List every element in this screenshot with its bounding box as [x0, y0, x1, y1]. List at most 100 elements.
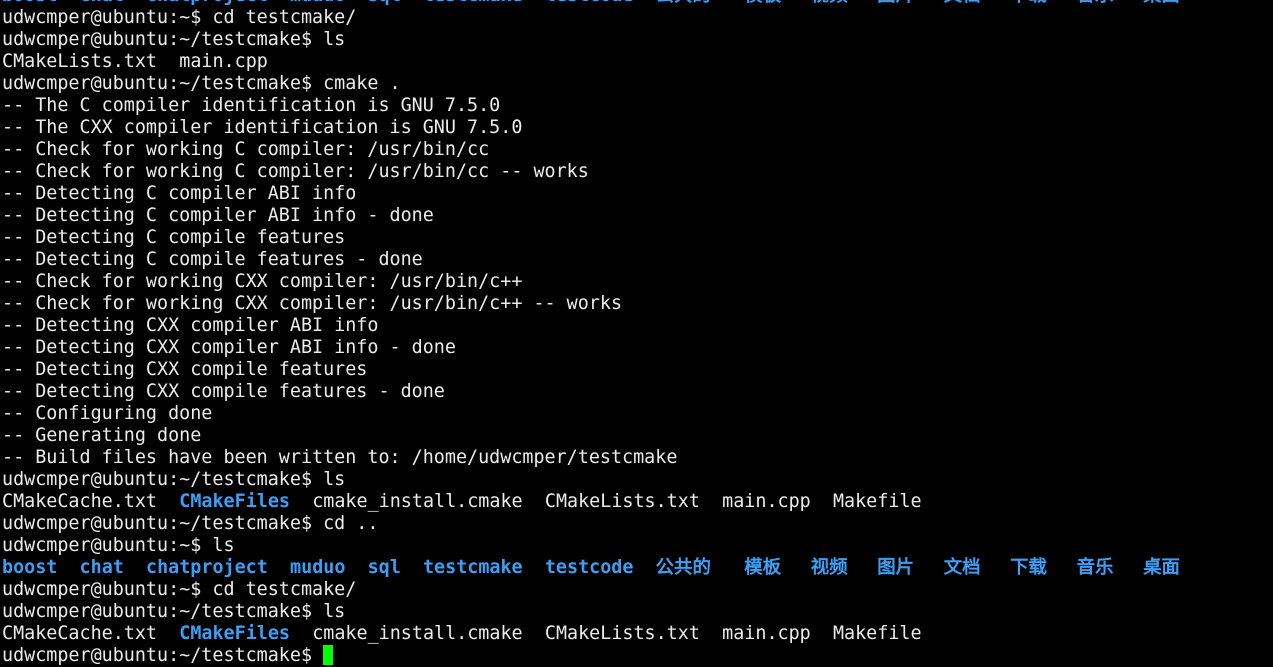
directory-entry: testcode [544, 557, 634, 578]
file-entry: cmake_install.cmake [312, 623, 523, 644]
line-text: udwcmper@ubuntu:~/testcmake$ ls [2, 601, 346, 622]
directory-entry: boost [2, 557, 58, 578]
directory-entry: sql [367, 557, 401, 578]
line-text: -- Detecting C compile features - done [2, 249, 423, 270]
directory-entry: 桌面 [1143, 0, 1187, 7]
line-text: udwcmper@ubuntu:~/testcmake$ cd .. [2, 513, 379, 534]
file-entry: CMakeCache.txt [2, 491, 158, 512]
directory-entry: 视频 [810, 557, 848, 578]
directory-entry: chat [80, 0, 146, 7]
ls-output-line: boostchatchatprojectmuduosqltestcmaketes… [2, 0, 1187, 7]
line-text: udwcmper@ubuntu:~$ cd testcmake/ [2, 579, 357, 600]
output-line: -- Check for working CXX compiler: /usr/… [2, 271, 1187, 293]
output-line: udwcmper@ubuntu:~$ cd testcmake/ [2, 7, 1187, 29]
line-text: -- Generating done [2, 425, 202, 446]
output-line: udwcmper@ubuntu:~/testcmake$ ls [2, 469, 1187, 491]
output-line: -- Check for working C compiler: /usr/bi… [2, 161, 1187, 183]
directory-entry: chatproject [146, 0, 290, 7]
file-entry: Makefile [832, 491, 922, 512]
output-line: -- Check for working C compiler: /usr/bi… [2, 139, 1187, 161]
output-line: udwcmper@ubuntu:~/testcmake$ ls [2, 29, 1187, 51]
directory-entry: 音乐 [1076, 557, 1114, 578]
output-line: -- Detecting CXX compile features [2, 359, 1187, 381]
directory-entry: sql [368, 0, 423, 7]
line-text: -- Detecting CXX compile features - done [2, 381, 445, 402]
directory-entry: CMakeFiles [179, 491, 290, 512]
line-text: udwcmper@ubuntu:~/testcmake$ ls [2, 29, 346, 50]
line-text: udwcmper@ubuntu:~/testcmake$ [2, 645, 324, 666]
output-line: -- Detecting CXX compiler ABI info [2, 315, 1187, 337]
terminal-output[interactable]: boostchatchatprojectmuduosqltestcmaketes… [2, 0, 1187, 667]
file-entry: main.cpp [722, 491, 811, 512]
output-line: -- Detecting CXX compiler ABI info - don… [2, 337, 1187, 359]
ls-output-line: CMakeCache.txt CMakeFiles cmake_install.cm… [2, 491, 1187, 513]
directory-entry: 下载 [1010, 0, 1076, 7]
line-text: udwcmper@ubuntu:~/testcmake$ cmake . [2, 73, 401, 94]
line-text: -- Detecting C compiler ABI info [2, 183, 357, 204]
cursor-block [323, 645, 334, 665]
line-text: -- Check for working C compiler: /usr/bi… [2, 139, 490, 160]
directory-entry: 音乐 [1077, 0, 1143, 7]
directory-entry: 文档 [944, 0, 1010, 7]
line-text: -- Detecting CXX compiler ABI info [2, 315, 379, 336]
directory-entry: 下载 [1010, 557, 1047, 578]
command-prompt: udwcmper@ubuntu:~/testcmake$ [2, 645, 1187, 667]
line-text: -- Configuring done [2, 403, 213, 424]
output-line: -- Detecting C compile features [2, 227, 1187, 249]
line-text: udwcmper@ubuntu:~$ cd testcmake/ [2, 7, 357, 28]
output-line: -- Detecting C compiler ABI info - done [2, 205, 1187, 227]
file-entry: CMakeLists.txt [2, 51, 158, 72]
line-text: -- Detecting C compiler ABI info - done [2, 205, 434, 226]
file-entry: main.cpp [179, 51, 268, 72]
line-text: -- Build files have been written to: /ho… [2, 447, 678, 468]
line-text: -- The CXX compiler identification is GN… [2, 117, 523, 138]
line-text: -- Detecting CXX compile features [2, 359, 368, 380]
output-line: udwcmper@ubuntu:~/testcmake$ cd .. [2, 513, 1187, 535]
output-line: -- Check for working CXX compiler: /usr/… [2, 293, 1187, 315]
file-entry: Makefile [832, 623, 922, 644]
directory-entry: CMakeFiles [179, 623, 290, 644]
directory-entry: muduo [290, 557, 346, 578]
ls-output-line: CMakeCache.txt CMakeFiles cmake_install.cm… [2, 623, 1187, 645]
directory-entry: testcode [545, 0, 656, 7]
directory-entry: muduo [290, 0, 368, 7]
file-entry: CMakeLists.txt [544, 491, 700, 512]
line-text: -- Detecting C compile features [2, 227, 346, 248]
output-line: udwcmper@ubuntu:~$ cd testcmake/ [2, 579, 1187, 601]
output-line: udwcmper@ubuntu:~$ ls [2, 535, 1187, 557]
output-line: -- Generating done [2, 425, 1187, 447]
ls-output-line: CMakeLists.txt main.cpp [2, 51, 1187, 73]
file-entry: CMakeLists.txt [544, 623, 700, 644]
directory-entry: 视频 [811, 0, 877, 7]
output-line: udwcmper@ubuntu:~/testcmake$ ls [2, 601, 1187, 623]
directory-entry: chatproject [146, 557, 268, 578]
output-line: -- Detecting C compile features - done [2, 249, 1187, 271]
output-line: udwcmper@ubuntu:~/testcmake$ cmake . [2, 73, 1187, 95]
output-line: -- The CXX compiler identification is GN… [2, 117, 1187, 139]
directory-entry: 图片 [877, 0, 943, 7]
output-line: -- Detecting CXX compile features - done [2, 381, 1187, 403]
line-text: -- Detecting CXX compiler ABI info - don… [2, 337, 456, 358]
directory-entry: 模板 [744, 0, 810, 7]
directory-entry: 公共的 [656, 0, 745, 7]
directory-entry: boost [2, 0, 80, 7]
line-text: -- Check for working CXX compiler: /usr/… [2, 293, 623, 314]
file-entry: CMakeCache.txt [2, 623, 158, 644]
output-line: -- The C compiler identification is GNU … [2, 95, 1187, 117]
file-entry: main.cpp [722, 623, 811, 644]
line-text: udwcmper@ubuntu:~/testcmake$ ls [2, 469, 346, 490]
line-text: -- Check for working CXX compiler: /usr/… [2, 271, 523, 292]
output-line: -- Build files have been written to: /ho… [2, 447, 1187, 469]
directory-entry: 文档 [943, 557, 981, 578]
output-line: -- Configuring done [2, 403, 1187, 425]
directory-entry: 公共的 [655, 557, 711, 578]
output-line: -- Detecting C compiler ABI info [2, 183, 1187, 205]
line-text: -- The C compiler identification is GNU … [2, 95, 501, 116]
line-text: udwcmper@ubuntu:~$ ls [2, 535, 235, 556]
directory-entry: testcmake [422, 557, 523, 578]
directory-entry: chat [79, 557, 124, 578]
line-text: -- Check for working C compiler: /usr/bi… [2, 161, 589, 182]
directory-entry: 图片 [877, 557, 915, 578]
ls-output-line: boost chat chatproject muduo sql testcmake tes… [2, 557, 1187, 579]
directory-entry: 模板 [744, 557, 782, 578]
